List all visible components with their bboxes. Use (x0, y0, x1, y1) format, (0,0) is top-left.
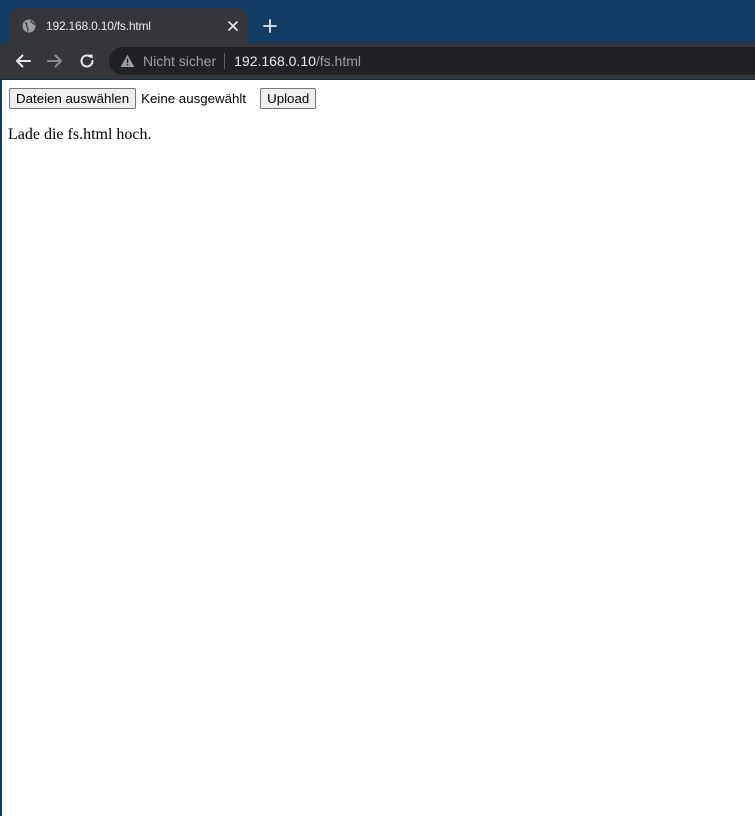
forward-arrow-icon[interactable] (43, 49, 67, 73)
url-host: 192.168.0.10 (234, 53, 316, 69)
security-label[interactable]: Nicht sicher (143, 53, 216, 69)
globe-icon (21, 18, 37, 34)
plus-icon[interactable] (259, 15, 281, 37)
active-tab[interactable]: 192.168.0.10/fs.html (9, 8, 248, 43)
address-separator (224, 53, 226, 69)
page-content: Dateien auswählen Keine ausgewählt Uploa… (2, 80, 755, 816)
upload-button[interactable]: Upload (260, 88, 317, 109)
upload-instruction: Lade die fs.html hoch. (8, 126, 152, 143)
tab-title: 192.168.0.10/fs.html (46, 18, 151, 33)
back-arrow-icon[interactable] (11, 49, 35, 73)
reload-icon[interactable] (75, 49, 99, 73)
file-selection-status: Keine ausgewählt (141, 91, 247, 106)
choose-files-button[interactable]: Dateien auswählen (9, 88, 137, 109)
warning-icon[interactable] (119, 53, 135, 69)
tab-strip: 192.168.0.10/fs.html (0, 0, 755, 43)
url-path: /fs.html (315, 53, 362, 69)
address-bar[interactable]: Nicht sicher 192.168.0.10 /fs.html (109, 47, 755, 75)
upload-form: Dateien auswählen Keine ausgewählt Uploa… (9, 88, 317, 109)
close-icon[interactable] (223, 16, 243, 36)
